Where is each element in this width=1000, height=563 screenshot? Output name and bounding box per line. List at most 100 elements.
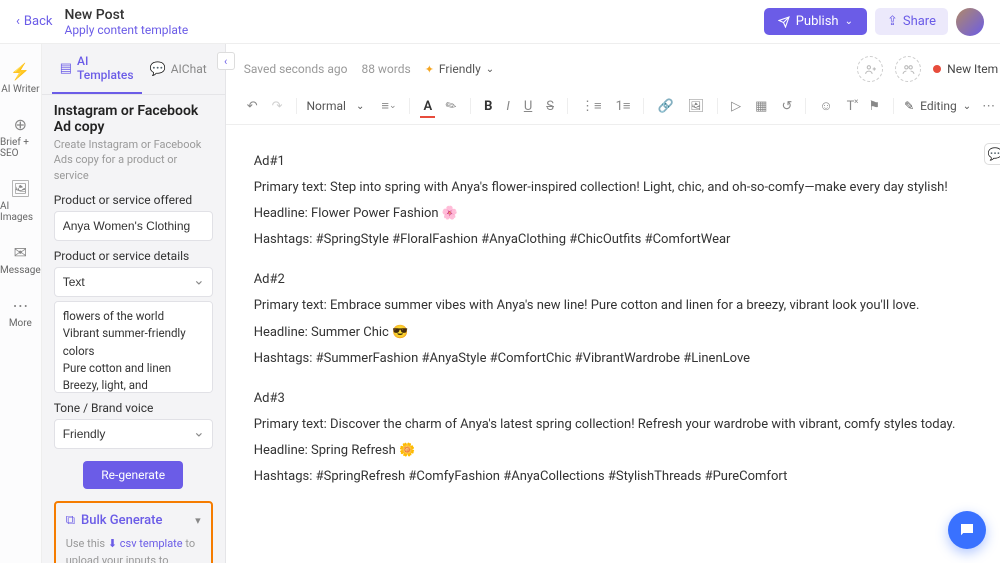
avatar[interactable] (956, 8, 984, 36)
editor-topbar: Saved seconds ago 88 words ✦ Friendly ⌄ … (226, 44, 1000, 88)
collapse-sidebar-button[interactable]: ‹ (217, 52, 235, 70)
undo-button[interactable]: ↶ (244, 97, 261, 116)
ad-block-1: Ad#1 Primary text: Step into spring with… (254, 151, 988, 251)
tone-value: Friendly (439, 62, 481, 76)
publish-button[interactable]: Publish ⌄ (764, 8, 867, 35)
share-label: Share (903, 14, 936, 29)
team-icon[interactable] (895, 56, 921, 82)
back-button[interactable]: ‹ Back (16, 14, 52, 29)
ad-hashtags[interactable]: Hashtags: #SpringRefresh #ComfyFashion #… (254, 466, 988, 488)
add-comment-button[interactable]: 💬 (984, 143, 1000, 165)
more-options-button[interactable]: ⋯ (979, 97, 998, 116)
chat-icon: 💬 (150, 62, 166, 77)
ad-headline[interactable]: Headline: Flower Power Fashion 🌸 (254, 203, 988, 225)
chevron-down-icon: ▾ (195, 514, 201, 527)
image-button[interactable]: 🖼 (685, 97, 708, 116)
undo2-button[interactable]: ↺ (778, 97, 795, 116)
rail-more[interactable]: ⋯ More (0, 288, 41, 337)
strike-button[interactable]: S (543, 97, 557, 116)
header-right: Publish ⌄ ⇪ Share (764, 8, 984, 36)
share-button[interactable]: ⇪ Share (875, 8, 948, 35)
clear-format-button[interactable]: T× (844, 97, 858, 116)
bulk-title: Bulk Generate (81, 513, 162, 528)
chevron-left-icon: ‹ (16, 14, 20, 29)
sidebar-tabs: ▤ AI Templates 💬 AIChat (42, 44, 225, 95)
product-input[interactable] (54, 211, 213, 241)
chevron-down-icon: ⌄ (845, 16, 853, 27)
rail-brief-seo[interactable]: ⊕ Brief + SEO (0, 107, 41, 167)
rail-label: More (9, 318, 32, 329)
emoji-button[interactable]: ☺ (816, 96, 835, 116)
editor-area: Saved seconds ago 88 words ✦ Friendly ⌄ … (226, 44, 1000, 563)
text: Use this (66, 537, 108, 550)
rail-message[interactable]: ✉ Message (0, 235, 41, 284)
message-icon: ✉ (14, 243, 27, 262)
ad-primary[interactable]: Primary text: Discover the charm of Anya… (254, 414, 988, 436)
sidebar-panel: ‹ ▤ AI Templates 💬 AIChat Instagram or F… (42, 44, 226, 563)
grid-icon: ▤ (60, 61, 72, 76)
ad-block-3: Ad#3 Primary text: Discover the charm of… (254, 388, 988, 488)
page-title: New Post (64, 7, 188, 23)
editor-top-right: New Item (857, 56, 998, 82)
status-dot-icon (933, 65, 941, 73)
chevron-down-icon: ⌄ (963, 101, 971, 112)
detail-line: Pure cotton and linen (63, 360, 204, 377)
chevron-down-icon: ⌄ (356, 101, 364, 112)
format-label: Normal (307, 99, 346, 113)
bookmark-button[interactable]: ⚑ (865, 97, 883, 116)
align-button[interactable]: ≡⌄ (378, 96, 399, 116)
rail-ai-images[interactable]: 🖼 AI Images (0, 171, 41, 231)
underline-button[interactable]: U (521, 97, 535, 116)
target-icon: ⊕ (14, 115, 27, 134)
new-item-indicator[interactable]: New Item (933, 62, 998, 76)
ad-hashtags[interactable]: Hashtags: #SpringStyle #FloralFashion #A… (254, 229, 988, 251)
chevron-down-icon: ⌄ (486, 64, 494, 75)
tab-label: AI Templates (77, 54, 134, 82)
bold-button[interactable]: B (481, 97, 495, 116)
table-button[interactable]: ▦ (752, 97, 770, 116)
ad-title[interactable]: Ad#2 (254, 269, 988, 291)
italic-button[interactable]: I (503, 97, 512, 116)
tab-label: AIChat (171, 62, 207, 76)
numbered-list-button[interactable]: 1≡ (613, 96, 634, 116)
ad-headline[interactable]: Headline: Spring Refresh 🌼 (254, 440, 988, 462)
editor-toolbar: ↶ ↷ Normal ⌄ ≡⌄ A ✎ B I U S ⋮≡ 1≡ 🔗 🖼 ▷ … (226, 88, 1000, 125)
tone-selector[interactable]: ✦ Friendly ⌄ (425, 62, 494, 76)
download-icon: ⬇ (108, 537, 117, 550)
form-scroll[interactable]: Instagram or Facebook Ad copy Create Ins… (42, 95, 225, 563)
highlight-button[interactable]: ✎ (443, 97, 460, 116)
bolt-icon: ⚡ (10, 62, 30, 81)
details-textarea[interactable]: flowers of the world Vibrant summer-frie… (54, 301, 213, 393)
top-header: ‹ Back New Post Apply content template P… (0, 0, 1000, 44)
redo-button[interactable]: ↷ (269, 97, 286, 116)
ad-title[interactable]: Ad#1 (254, 151, 988, 173)
play-button[interactable]: ▷ (728, 97, 744, 116)
sparkle-icon: ✦ (425, 63, 434, 76)
format-select[interactable]: Normal ⌄ (307, 99, 371, 113)
mode-select[interactable]: ✎ Editing ⌄ (904, 99, 971, 113)
product-label: Product or service offered (54, 193, 213, 207)
ad-hashtags[interactable]: Hashtags: #SummerFashion #AnyaStyle #Com… (254, 348, 988, 370)
tone-select[interactable] (54, 419, 213, 449)
bullet-list-button[interactable]: ⋮≡ (578, 96, 605, 116)
ad-title[interactable]: Ad#3 (254, 388, 988, 410)
template-title: Instagram or Facebook Ad copy (54, 103, 213, 135)
csv-template-link[interactable]: csv template (120, 537, 183, 550)
tab-ai-templates[interactable]: ▤ AI Templates (52, 44, 142, 94)
ad-headline[interactable]: Headline: Summer Chic 😎 (254, 322, 988, 344)
ad-primary[interactable]: Primary text: Step into spring with Anya… (254, 177, 988, 199)
tab-aichat[interactable]: 💬 AIChat (142, 44, 215, 94)
regenerate-button[interactable]: Re-generate (83, 461, 183, 489)
link-button[interactable]: 🔗 (654, 97, 676, 116)
bulk-header[interactable]: ⧉ Bulk Generate ▾ (66, 513, 201, 528)
ad-primary[interactable]: Primary text: Embrace summer vibes with … (254, 295, 988, 317)
add-user-icon[interactable] (857, 56, 883, 82)
document-body[interactable]: 💬 Ad#1 Primary text: Step into spring wi… (226, 125, 1000, 563)
details-type-select[interactable] (54, 267, 213, 297)
rail-ai-writer[interactable]: ⚡ AI Writer (0, 54, 41, 103)
chat-widget-button[interactable] (948, 511, 986, 549)
tone-label: Tone / Brand voice (54, 401, 213, 415)
apply-template-link[interactable]: Apply content template (64, 23, 188, 37)
saved-status: Saved seconds ago (244, 62, 348, 76)
text-color-button[interactable]: A (420, 97, 435, 116)
